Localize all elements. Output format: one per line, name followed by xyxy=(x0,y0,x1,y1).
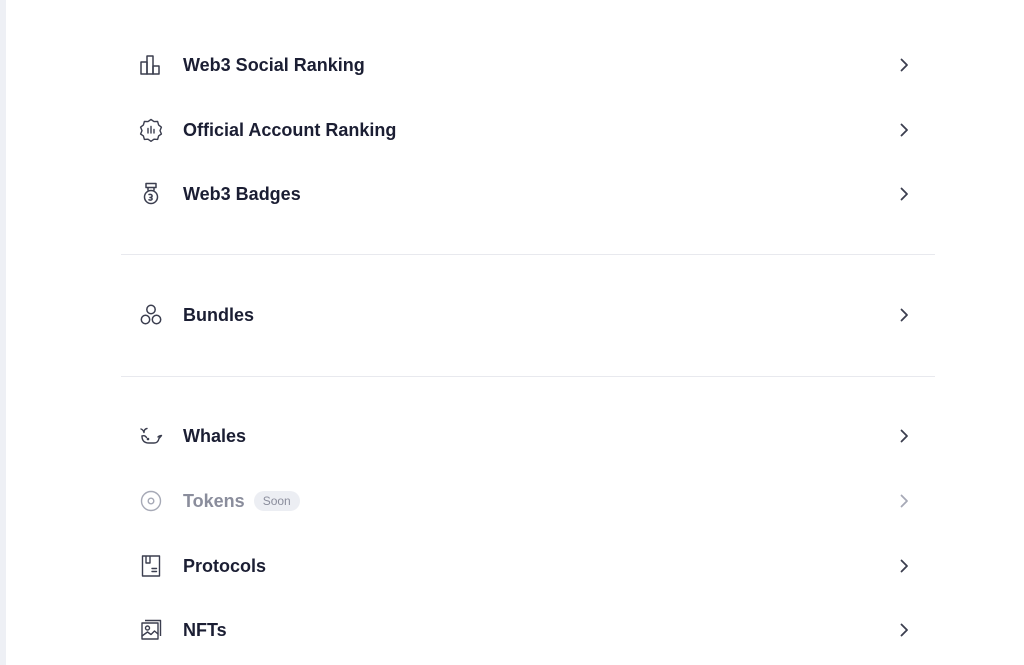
chevron-right-icon xyxy=(895,306,913,324)
menu-item-whales[interactable]: Whales xyxy=(121,410,935,462)
token-icon xyxy=(138,488,164,514)
bundles-icon xyxy=(138,302,164,328)
chevron-right-icon xyxy=(895,427,913,445)
medal-icon xyxy=(138,181,164,207)
menu-item-official-account-ranking[interactable]: Official Account Ranking xyxy=(121,104,935,156)
menu-item-web3-social-ranking[interactable]: Web3 Social Ranking xyxy=(121,39,935,91)
menu-item-web3-badges[interactable]: Web3 Badges xyxy=(121,168,935,220)
bar-chart-icon xyxy=(138,52,164,78)
chevron-right-icon xyxy=(895,185,913,203)
soon-badge: Soon xyxy=(253,491,300,511)
section-divider xyxy=(121,376,935,377)
chevron-right-icon xyxy=(895,121,913,139)
verified-badge-icon xyxy=(138,117,164,143)
menu-item-tokens[interactable]: Tokens Soon xyxy=(121,475,935,527)
whale-icon xyxy=(138,423,164,449)
nft-icon xyxy=(138,617,164,643)
page: Web3 Social Ranking Official Account Ran… xyxy=(0,0,1024,665)
chevron-right-icon xyxy=(895,557,913,575)
chevron-right-icon xyxy=(895,492,913,510)
menu-item-label: Web3 Social Ranking xyxy=(183,54,365,75)
chevron-right-icon xyxy=(895,621,913,639)
menu-item-label: Web3 Badges xyxy=(183,183,301,204)
menu-item-label: Bundles xyxy=(183,304,255,325)
menu-item-bundles[interactable]: Bundles xyxy=(121,289,935,341)
menu-item-label: Protocols xyxy=(183,555,267,576)
menu-item-label: NFTs xyxy=(183,619,227,640)
section-divider xyxy=(121,254,935,255)
menu-item-label: Whales xyxy=(183,425,247,446)
menu-item-nfts[interactable]: NFTs xyxy=(121,604,935,656)
menu-item-label: Official Account Ranking xyxy=(183,119,397,140)
protocol-icon xyxy=(138,553,164,579)
menu-item-label: Tokens Soon xyxy=(183,491,300,512)
chevron-right-icon xyxy=(895,56,913,74)
menu-item-protocols[interactable]: Protocols xyxy=(121,540,935,592)
left-panel-edge xyxy=(0,0,6,665)
